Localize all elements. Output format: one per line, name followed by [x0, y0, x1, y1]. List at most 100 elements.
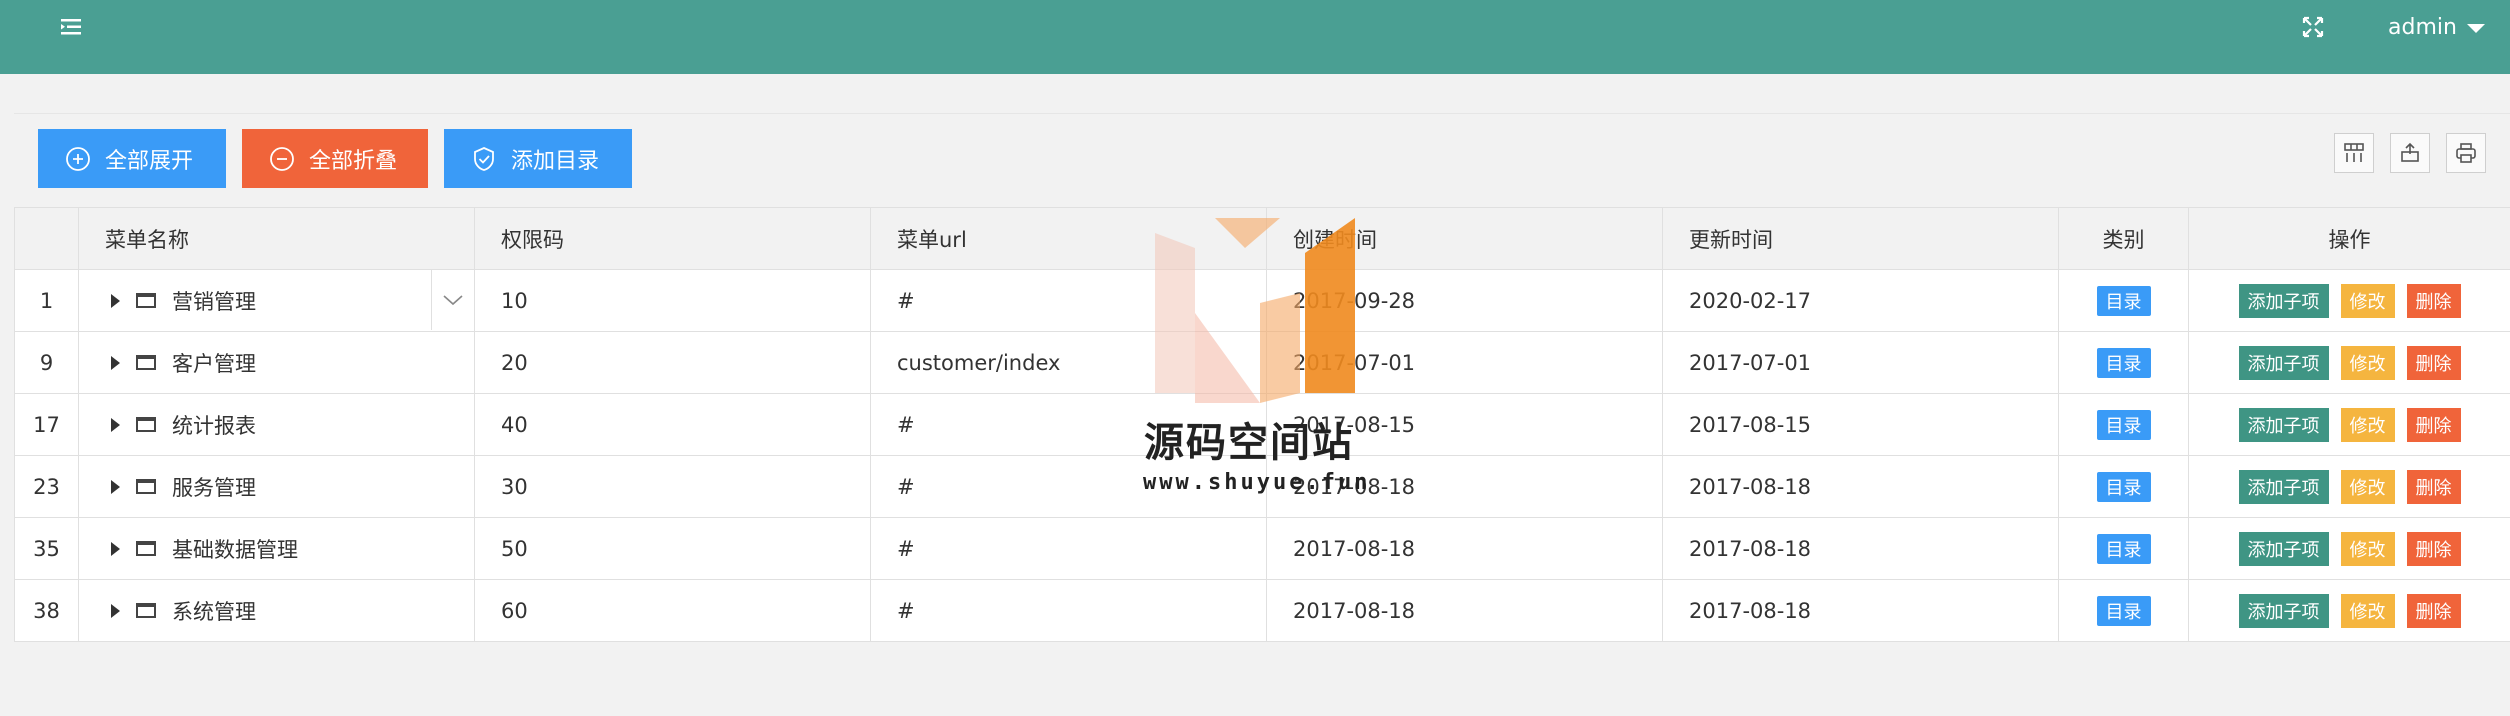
user-name: admin [2388, 15, 2457, 40]
collapse-all-button[interactable]: 全部折叠 [242, 129, 428, 188]
print-icon [2456, 143, 2476, 163]
type-badge: 目录 [2096, 347, 2151, 378]
row-type-cell: 目录 [2058, 393, 2189, 456]
add-child-button[interactable]: 添加子项 [2238, 593, 2329, 628]
expand-arrow-icon[interactable] [111, 417, 120, 432]
plus-circle-icon [66, 146, 90, 171]
column-header-type: 类别 [2058, 207, 2189, 270]
delete-button[interactable]: 删除 [2406, 593, 2461, 628]
delete-button[interactable]: 删除 [2406, 345, 2461, 380]
watermark-title: 源码空间站 [1144, 420, 1354, 466]
edit-button[interactable]: 修改 [2340, 531, 2395, 566]
row-id: 23 [14, 455, 79, 518]
print-button[interactable] [2446, 133, 2486, 173]
delete-button[interactable]: 删除 [2406, 283, 2461, 318]
row-name: 服务管理 [172, 475, 256, 500]
chevron-down-icon [2466, 23, 2485, 33]
columns-icon [2344, 143, 2364, 162]
row-name: 客户管理 [172, 351, 256, 376]
menu-toggle-icon[interactable] [58, 15, 84, 39]
edit-button[interactable]: 修改 [2340, 593, 2395, 628]
type-badge: 目录 [2096, 471, 2151, 502]
row-updated: 2017-08-15 [1662, 393, 2059, 456]
row-updated: 2017-08-18 [1662, 455, 2059, 518]
export-icon [2401, 142, 2419, 162]
folder-window-icon [136, 417, 156, 432]
row-created: 2017-08-18 [1266, 579, 1663, 642]
column-header-code: 权限码 [474, 207, 871, 270]
row-name-cell: 服务管理 [78, 455, 475, 518]
row-name-cell: 客户管理 [78, 331, 475, 394]
chevron-down-icon[interactable] [431, 270, 474, 330]
type-badge: 目录 [2096, 409, 2151, 440]
row-name-cell: 统计报表 [78, 393, 475, 456]
table-row[interactable]: 35 基础数据管理 50 # 2017-08-18 2017-08-18 目录 … [14, 517, 2510, 580]
edit-button[interactable]: 修改 [2340, 345, 2395, 380]
top-navbar: admin [0, 0, 2510, 74]
add-child-button[interactable]: 添加子项 [2238, 407, 2329, 442]
row-id: 9 [14, 331, 79, 394]
expand-arrow-icon[interactable] [111, 479, 120, 494]
user-menu[interactable]: admin [2388, 10, 2485, 46]
add-directory-button[interactable]: 添加目录 [444, 129, 632, 188]
row-code: 30 [474, 455, 871, 518]
edit-button[interactable]: 修改 [2340, 283, 2395, 318]
row-actions: 添加子项 修改 删除 [2188, 393, 2510, 456]
expand-arrow-icon[interactable] [111, 603, 120, 618]
expand-all-button[interactable]: 全部展开 [38, 129, 226, 188]
row-code: 40 [474, 393, 871, 456]
row-name-cell: 系统管理 [78, 579, 475, 642]
row-actions: 添加子项 修改 删除 [2188, 269, 2510, 332]
expand-all-label: 全部展开 [105, 148, 194, 174]
add-child-button[interactable]: 添加子项 [2238, 469, 2329, 504]
row-code: 60 [474, 579, 871, 642]
minus-circle-icon [270, 146, 294, 171]
collapse-all-label: 全部折叠 [309, 148, 398, 174]
watermark-url: www.shuyue.fun [1143, 470, 1371, 495]
row-name: 基础数据管理 [172, 537, 298, 562]
row-url: # [870, 579, 1267, 642]
columns-toggle-button[interactable] [2334, 133, 2374, 173]
row-id: 38 [14, 579, 79, 642]
folder-window-icon [136, 541, 156, 556]
shield-check-icon [474, 146, 494, 171]
type-badge: 目录 [2096, 285, 2151, 316]
add-child-button[interactable]: 添加子项 [2238, 345, 2329, 380]
expand-arrow-icon[interactable] [111, 355, 120, 370]
row-id: 35 [14, 517, 79, 580]
add-child-button[interactable]: 添加子项 [2238, 283, 2329, 318]
row-updated: 2020-02-17 [1662, 269, 2059, 332]
row-name: 营销管理 [172, 289, 256, 314]
add-directory-label: 添加目录 [511, 148, 600, 174]
delete-button[interactable]: 删除 [2406, 469, 2461, 504]
add-child-button[interactable]: 添加子项 [2238, 531, 2329, 566]
table-row[interactable]: 38 系统管理 60 # 2017-08-18 2017-08-18 目录 添加… [14, 579, 2510, 642]
row-url: # [870, 517, 1267, 580]
edit-button[interactable]: 修改 [2340, 469, 2395, 504]
column-header-updated: 更新时间 [1662, 207, 2059, 270]
row-type-cell: 目录 [2058, 269, 2189, 332]
expand-arrow-icon[interactable] [111, 293, 120, 308]
folder-window-icon [136, 293, 156, 308]
row-code: 10 [474, 269, 871, 332]
row-type-cell: 目录 [2058, 517, 2189, 580]
row-created: 2017-08-18 [1266, 517, 1663, 580]
export-button[interactable] [2390, 133, 2430, 173]
row-type-cell: 目录 [2058, 579, 2189, 642]
row-actions: 添加子项 修改 删除 [2188, 517, 2510, 580]
delete-button[interactable]: 删除 [2406, 407, 2461, 442]
fullscreen-icon[interactable] [2302, 16, 2324, 38]
type-badge: 目录 [2096, 595, 2151, 626]
delete-button[interactable]: 删除 [2406, 531, 2461, 566]
row-actions: 添加子项 修改 删除 [2188, 579, 2510, 642]
column-header-actions: 操作 [2188, 207, 2510, 270]
row-updated: 2017-08-18 [1662, 579, 2059, 642]
type-badge: 目录 [2096, 533, 2151, 564]
row-name: 系统管理 [172, 599, 256, 624]
expand-arrow-icon[interactable] [111, 541, 120, 556]
row-actions: 添加子项 修改 删除 [2188, 455, 2510, 518]
edit-button[interactable]: 修改 [2340, 407, 2395, 442]
folder-window-icon [136, 603, 156, 618]
row-actions: 添加子项 修改 删除 [2188, 331, 2510, 394]
row-id: 1 [14, 269, 79, 332]
